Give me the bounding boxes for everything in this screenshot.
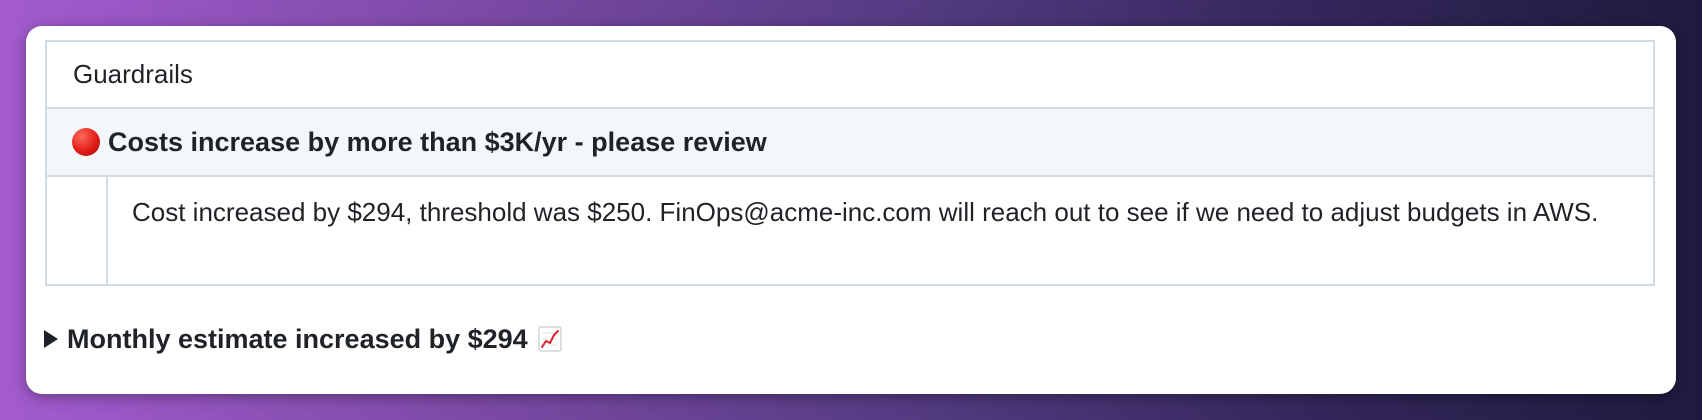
chart-increasing-icon	[538, 326, 562, 352]
comment-card: Guardrails Costs increase by more than $…	[26, 26, 1676, 394]
monthly-estimate-label[interactable]: Monthly estimate increased by $294	[67, 324, 528, 355]
guardrails-detail-row: Cost increased by $294, threshold was $2…	[47, 177, 1653, 284]
guardrails-table: Guardrails Costs increase by more than $…	[45, 40, 1655, 286]
guardrails-alert-row: Costs increase by more than $3K/yr - ple…	[47, 109, 1653, 177]
indent-cell	[47, 177, 108, 284]
guardrails-header: Guardrails	[73, 59, 193, 89]
guardrails-header-row: Guardrails	[47, 42, 1653, 109]
red-circle-icon	[72, 128, 100, 156]
monthly-estimate-summary[interactable]: Monthly estimate increased by $294	[44, 319, 562, 359]
alert-detail-text: Cost increased by $294, threshold was $2…	[132, 197, 1599, 227]
disclosure-triangle-icon[interactable]	[44, 330, 58, 348]
alert-title: Costs increase by more than $3K/yr - ple…	[108, 126, 767, 157]
